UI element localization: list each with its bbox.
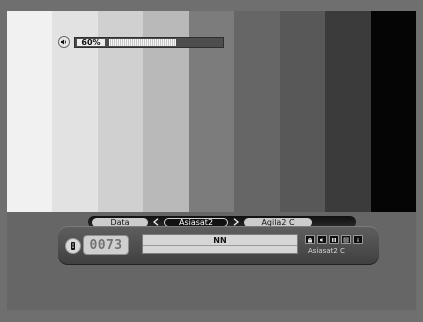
- info-icon: [353, 235, 363, 244]
- audio-icon: [320, 237, 323, 242]
- speaker-icon: [61, 39, 66, 45]
- channel-info-body: 0073 NN Asiasat2 C: [58, 226, 379, 265]
- channel-number-box: 0073: [83, 235, 129, 255]
- channel-name-divider: [143, 245, 297, 246]
- left-arrow-icon: [153, 218, 159, 226]
- right-arrow-icon: [233, 218, 239, 226]
- channel-info-panel: Data Asiasat2 Agila2 C 0073 NN Asiasat2 …: [58, 214, 379, 269]
- teletext-icon: [343, 237, 349, 242]
- test-pattern-bar: [325, 11, 371, 212]
- volume-level: 60%: [77, 38, 105, 46]
- test-pattern-bar: [234, 11, 280, 212]
- status-icons: [305, 235, 363, 244]
- dolby-icon: [332, 237, 336, 242]
- test-pattern-bar: [370, 11, 416, 212]
- info-icon: [357, 237, 359, 242]
- remote-control-icon: [65, 238, 81, 254]
- tv-screen: 60% Data Asiasat2 Agila2 C 0073 NN Asias…: [0, 0, 423, 322]
- volume-osd: 60%: [58, 36, 224, 48]
- volume-bar: 60%: [74, 36, 224, 48]
- channel-name-box: NN: [142, 234, 298, 254]
- volume-level-fill: [109, 38, 176, 46]
- audio-icon: [317, 235, 327, 244]
- teletext-icon: [341, 235, 351, 244]
- remote-control-icon: [71, 242, 75, 250]
- speaker-icon: [58, 36, 70, 48]
- test-pattern-bar: [7, 11, 53, 212]
- dolby-icon: [329, 235, 339, 244]
- scrambled-icon: [308, 237, 312, 242]
- channel-number: 0073: [89, 237, 123, 253]
- scrambled-icon: [305, 235, 315, 244]
- test-pattern-bar: [279, 11, 326, 212]
- satellite-name: Asiasat2 C: [308, 247, 345, 255]
- channel-name: NN: [213, 236, 227, 245]
